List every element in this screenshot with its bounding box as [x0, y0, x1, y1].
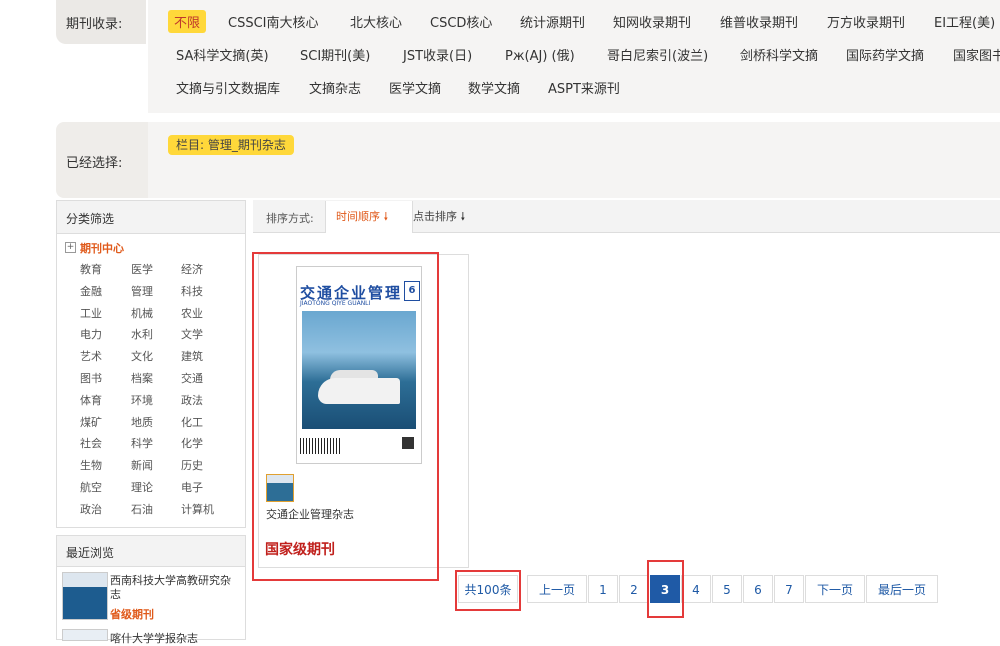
filter-divider [146, 0, 148, 113]
filter-tag[interactable]: CSSCI南大核心 [228, 12, 319, 31]
tree-root-journal-center[interactable]: 期刊中心 [80, 240, 124, 256]
filter-tag[interactable]: 国际药学文摘 [846, 45, 924, 64]
category-link[interactable]: 煤矿 [80, 414, 102, 430]
journal-level: 国家级期刊 [265, 542, 335, 558]
category-link[interactable]: 医学 [131, 261, 153, 277]
filter-tag[interactable]: 维普收录期刊 [720, 12, 798, 31]
pagination-page[interactable]: 5 [712, 575, 742, 603]
category-link[interactable]: 文化 [131, 348, 153, 364]
cover-issue-badge: 6 [404, 281, 420, 301]
filter-tag[interactable]: 统计源期刊 [520, 12, 585, 31]
category-link[interactable]: 电力 [80, 326, 102, 342]
sort-option-label: 时间顺序 [336, 210, 380, 223]
sort-by-clicks-tab[interactable]: 点击排序 🠗 [403, 201, 475, 233]
category-link[interactable]: 工业 [80, 305, 102, 321]
pagination-page[interactable]: 6 [743, 575, 773, 603]
category-link[interactable]: 社会 [80, 435, 102, 451]
pagination-prev-button[interactable]: 上一页 [527, 575, 587, 603]
filter-tag-all[interactable]: 不限 [168, 10, 207, 33]
category-link[interactable]: 石油 [131, 501, 153, 517]
pagination-page[interactable]: 4 [681, 575, 711, 603]
filter-tag[interactable]: SA科学文摘(英) [176, 45, 269, 64]
category-link[interactable]: 交通 [181, 370, 203, 386]
recent-panel-title: 最近浏览 [66, 546, 115, 560]
category-link[interactable]: 体育 [80, 392, 102, 408]
category-link[interactable]: 金融 [80, 283, 102, 299]
pagination-last-button[interactable]: 最后一页 [866, 575, 938, 603]
category-link[interactable]: 科学 [131, 435, 153, 451]
filter-tag[interactable]: Рж(AJ) (俄) [505, 45, 575, 64]
category-link[interactable]: 农业 [181, 305, 203, 321]
category-link[interactable]: 经济 [181, 261, 203, 277]
category-link[interactable]: 计算机 [181, 501, 214, 517]
pagination-page[interactable]: 7 [774, 575, 804, 603]
selected-label: 已经选择: [66, 156, 123, 171]
sort-label: 排序方式: [266, 212, 314, 225]
filter-tag[interactable]: ASPT来源刊 [548, 78, 620, 97]
arrow-down-icon: 🠗 [383, 210, 389, 223]
qr-code-icon [402, 437, 414, 449]
category-link[interactable]: 教育 [80, 261, 102, 277]
journal-name[interactable]: 交通企业管理杂志 [266, 506, 354, 522]
filter-tag[interactable]: EI工程(美) [934, 12, 995, 31]
category-link[interactable]: 历史 [181, 457, 203, 473]
expand-icon[interactable]: + [65, 242, 76, 253]
recent-item-thumbnail[interactable] [62, 629, 108, 641]
recent-item-name[interactable]: 喀什大学学报杂志 [110, 630, 198, 646]
filter-tag[interactable]: 哥白尼索引(波兰) [607, 45, 708, 64]
barcode-icon [300, 438, 340, 454]
filter-tag[interactable]: 剑桥科学文摘 [740, 45, 818, 64]
pagination-page[interactable]: 1 [588, 575, 618, 603]
category-link[interactable]: 图书 [80, 370, 102, 386]
filter-tag[interactable]: 医学文摘 [389, 78, 441, 97]
category-link[interactable]: 艺术 [80, 348, 102, 364]
filter-tag[interactable]: 万方收录期刊 [827, 12, 905, 31]
category-link[interactable]: 新闻 [131, 457, 153, 473]
category-link[interactable]: 科技 [181, 283, 203, 299]
filter-tag[interactable]: CSCD核心 [430, 12, 492, 31]
category-link[interactable]: 地质 [131, 414, 153, 430]
category-link[interactable]: 电子 [181, 479, 203, 495]
pagination-next-button[interactable]: 下一页 [805, 575, 865, 603]
arrow-down-icon: 🠗 [460, 210, 466, 223]
category-link[interactable]: 管理 [131, 283, 153, 299]
pagination-page[interactable]: 2 [619, 575, 649, 603]
category-link[interactable]: 生物 [80, 457, 102, 473]
pagination-total: 共100条 [458, 575, 518, 603]
category-link[interactable]: 档案 [131, 370, 153, 386]
category-link[interactable]: 机械 [131, 305, 153, 321]
cover-subtitle: JIAOTONG QIYE GUANLI [300, 300, 371, 307]
category-link[interactable]: 化工 [181, 414, 203, 430]
sort-by-time-tab[interactable]: 时间顺序 🠗 [325, 201, 413, 233]
filter-tag[interactable]: 文摘与引文数据库 [176, 78, 280, 97]
filter-tag[interactable]: 知网收录期刊 [613, 12, 691, 31]
category-link[interactable]: 政法 [181, 392, 203, 408]
category-sidebar-title: 分类筛选 [66, 212, 115, 226]
category-link[interactable]: 航空 [80, 479, 102, 495]
ship-icon [318, 378, 400, 404]
journal-thumbnail[interactable] [266, 474, 294, 502]
category-link[interactable]: 文学 [181, 326, 203, 342]
sort-option-label: 点击排序 [413, 210, 457, 223]
pagination-page-current[interactable]: 3 [650, 575, 680, 603]
recent-thumbnail-header [63, 573, 107, 587]
filter-label: 期刊收录: [66, 17, 123, 32]
filter-tag[interactable]: SCI期刊(美) [300, 45, 370, 64]
category-link[interactable]: 理论 [131, 479, 153, 495]
selected-filter-chip[interactable]: 栏目: 管理_期刊杂志 [168, 135, 294, 155]
filter-tag[interactable]: 北大核心 [350, 12, 402, 31]
selected-panel-body [148, 122, 1000, 198]
recent-item-name[interactable]: 西南科技大学高教研究杂志 [110, 574, 238, 602]
category-link[interactable]: 化学 [181, 435, 203, 451]
filter-tag[interactable]: JST收录(日) [403, 45, 472, 64]
filter-tag[interactable]: 数学文摘 [468, 78, 520, 97]
filter-tag[interactable]: 文摘杂志 [309, 78, 361, 97]
category-link[interactable]: 政治 [80, 501, 102, 517]
recent-item-level: 省级期刊 [110, 608, 154, 621]
category-link[interactable]: 建筑 [181, 348, 203, 364]
filter-tag[interactable]: 国家图书 [953, 45, 1000, 64]
category-link[interactable]: 水利 [131, 326, 153, 342]
category-link[interactable]: 环境 [131, 392, 153, 408]
